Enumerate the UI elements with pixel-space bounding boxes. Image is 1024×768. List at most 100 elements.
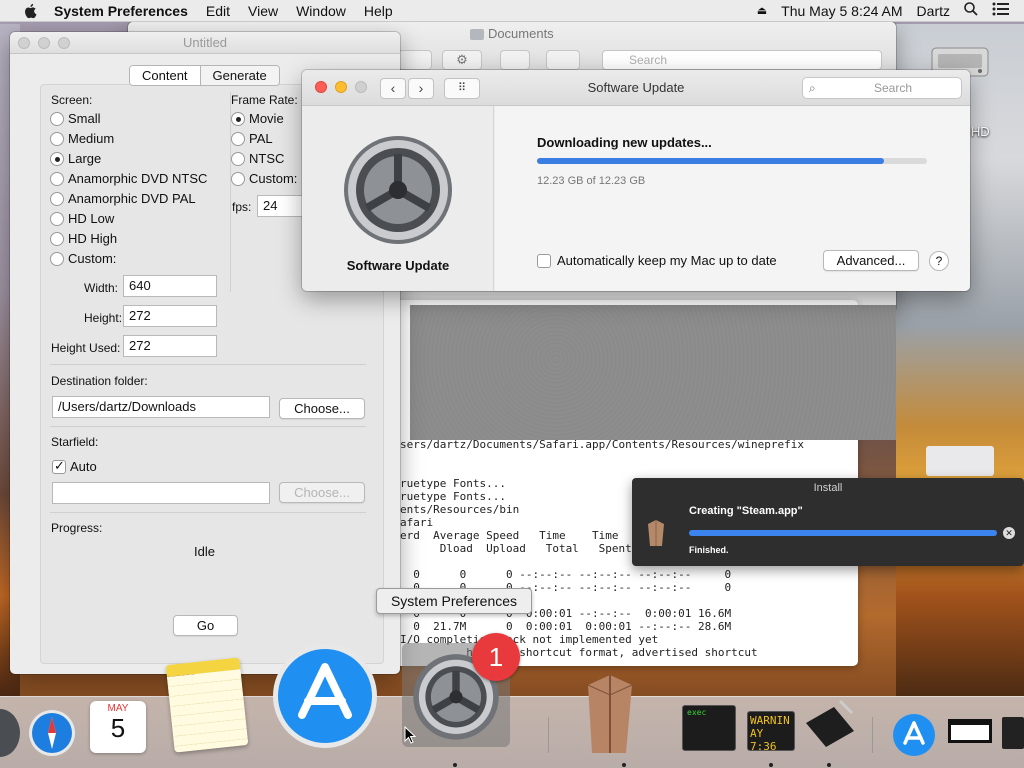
height-used-field[interactable]: 272: [123, 335, 217, 357]
download-progress-bar: [537, 158, 927, 164]
window-title: Software Update: [587, 80, 685, 95]
height-field[interactable]: 272: [123, 305, 217, 327]
choose-destination-button[interactable]: Choose...: [279, 398, 365, 419]
frame-rate-radio[interactable]: [231, 111, 245, 126]
screen-option[interactable]: Large: [50, 151, 101, 166]
screen-radio[interactable]: [50, 251, 64, 266]
desktop-folder-icon[interactable]: [926, 446, 994, 476]
zoom-button[interactable]: [355, 81, 367, 93]
action-gear-button[interactable]: ⚙: [442, 50, 482, 70]
downloads-stack-icon[interactable]: [1002, 717, 1024, 749]
screen-radio[interactable]: [50, 191, 64, 206]
terminal-icon-label: exec: [687, 708, 707, 717]
spotlight-search-icon[interactable]: [964, 2, 978, 19]
view-menu[interactable]: View: [248, 3, 278, 19]
close-button[interactable]: [18, 37, 30, 49]
zoom-button[interactable]: [58, 37, 70, 49]
terminal-icon[interactable]: exec: [682, 705, 736, 751]
back-button[interactable]: ‹: [380, 78, 406, 99]
frame-rate-radio[interactable]: [231, 171, 245, 186]
stack-icon[interactable]: [948, 719, 992, 743]
screen-radio[interactable]: [50, 111, 64, 126]
gear-icon: [342, 134, 454, 246]
choose-starfield-button[interactable]: Choose...: [279, 482, 365, 503]
install-cancel-button[interactable]: ✕: [1003, 527, 1015, 539]
app-store-small-icon[interactable]: [892, 713, 936, 757]
screen-option[interactable]: Medium: [50, 131, 114, 146]
software-update-sidebar: Software Update: [302, 106, 494, 291]
screen-option[interactable]: Small: [50, 111, 101, 126]
show-all-grid-button[interactable]: ⠿: [444, 78, 480, 99]
auto-checkbox[interactable]: [52, 458, 66, 474]
safari-icon[interactable]: [28, 709, 76, 757]
destination-field[interactable]: /Users/dartz/Downloads: [52, 396, 270, 418]
starfield-field[interactable]: [52, 482, 270, 504]
auto-update-row[interactable]: Automatically keep my Mac up to date: [537, 253, 777, 268]
screen-radio[interactable]: [50, 131, 64, 146]
width-field[interactable]: 640: [123, 275, 217, 297]
search-input[interactable]: ⌕ Search: [802, 77, 962, 99]
frame-rate-radio[interactable]: [231, 151, 245, 166]
tab-generate[interactable]: Generate: [199, 66, 279, 85]
install-notification: Install Creating "Steam.app" ✕ Finished.: [632, 478, 1024, 566]
frame-rate-radio[interactable]: [231, 131, 245, 146]
app-menu[interactable]: System Preferences: [54, 3, 188, 19]
launchpad-icon[interactable]: [0, 709, 20, 757]
help-menu[interactable]: Help: [364, 3, 393, 19]
screen-radio[interactable]: [50, 151, 64, 166]
screen-radio[interactable]: [50, 171, 64, 186]
running-indicator: [827, 763, 831, 767]
notes-icon[interactable]: [165, 657, 249, 753]
tab-content[interactable]: Content: [130, 66, 200, 85]
forward-button[interactable]: ›: [408, 78, 434, 99]
auto-checkbox-row[interactable]: Auto: [52, 458, 97, 474]
auto-label: Auto: [70, 459, 97, 474]
finder-view-button[interactable]: [398, 50, 432, 70]
auto-update-checkbox[interactable]: [537, 253, 551, 268]
fps-label: fps:: [232, 200, 252, 214]
destination-label: Destination folder:: [51, 374, 148, 388]
height-label: Height:: [84, 311, 123, 325]
screen-option-label: HD High: [68, 231, 118, 246]
window-menu[interactable]: Window: [296, 3, 346, 19]
starfield-label: Starfield:: [51, 435, 99, 449]
screen-option[interactable]: Anamorphic DVD PAL: [50, 191, 196, 206]
help-button[interactable]: ?: [929, 251, 949, 271]
advanced-button[interactable]: Advanced...: [823, 250, 919, 271]
frame-rate-option[interactable]: PAL: [231, 131, 273, 146]
calendar-icon[interactable]: MAY 5: [90, 701, 146, 753]
minimize-button[interactable]: [38, 37, 50, 49]
download-progress-fill: [537, 158, 885, 164]
minimize-button[interactable]: [335, 81, 347, 93]
running-indicator: [453, 763, 457, 767]
auto-update-label: Automatically keep my Mac up to date: [557, 253, 777, 268]
apple-icon[interactable]: [22, 3, 40, 19]
screen-option[interactable]: HD Low: [50, 211, 114, 226]
close-button[interactable]: [315, 81, 327, 93]
console-icon[interactable]: WARNIN AY 7:36: [747, 711, 795, 753]
edit-menu[interactable]: Edit: [206, 3, 230, 19]
folder-icon: [470, 29, 485, 41]
go-button[interactable]: Go: [173, 615, 238, 636]
share-button[interactable]: [500, 50, 530, 70]
divider: [50, 364, 366, 365]
finder-search-input[interactable]: Search: [602, 50, 882, 70]
frame-rate-option[interactable]: Movie: [231, 111, 284, 126]
script-editor-icon[interactable]: [804, 699, 856, 749]
user-menu[interactable]: Dartz: [917, 3, 950, 19]
window-controls: [18, 37, 70, 49]
screen-radio[interactable]: [50, 211, 64, 226]
wine-package-icon[interactable]: [580, 667, 638, 755]
window-controls: [315, 81, 367, 93]
screen-option[interactable]: Custom:: [50, 251, 116, 266]
tag-button[interactable]: [546, 50, 580, 70]
notification-center-icon[interactable]: [992, 2, 1010, 19]
eject-icon[interactable]: ⏏: [757, 4, 767, 17]
screen-option[interactable]: Anamorphic DVD NTSC: [50, 171, 207, 186]
screen-radio[interactable]: [50, 231, 64, 246]
frame-rate-option[interactable]: NTSC: [231, 151, 284, 166]
frame-rate-option[interactable]: Custom:: [231, 171, 297, 186]
clock[interactable]: Thu May 5 8:24 AM: [781, 3, 902, 19]
app-store-icon[interactable]: [272, 643, 378, 749]
screen-option[interactable]: HD High: [50, 231, 117, 246]
